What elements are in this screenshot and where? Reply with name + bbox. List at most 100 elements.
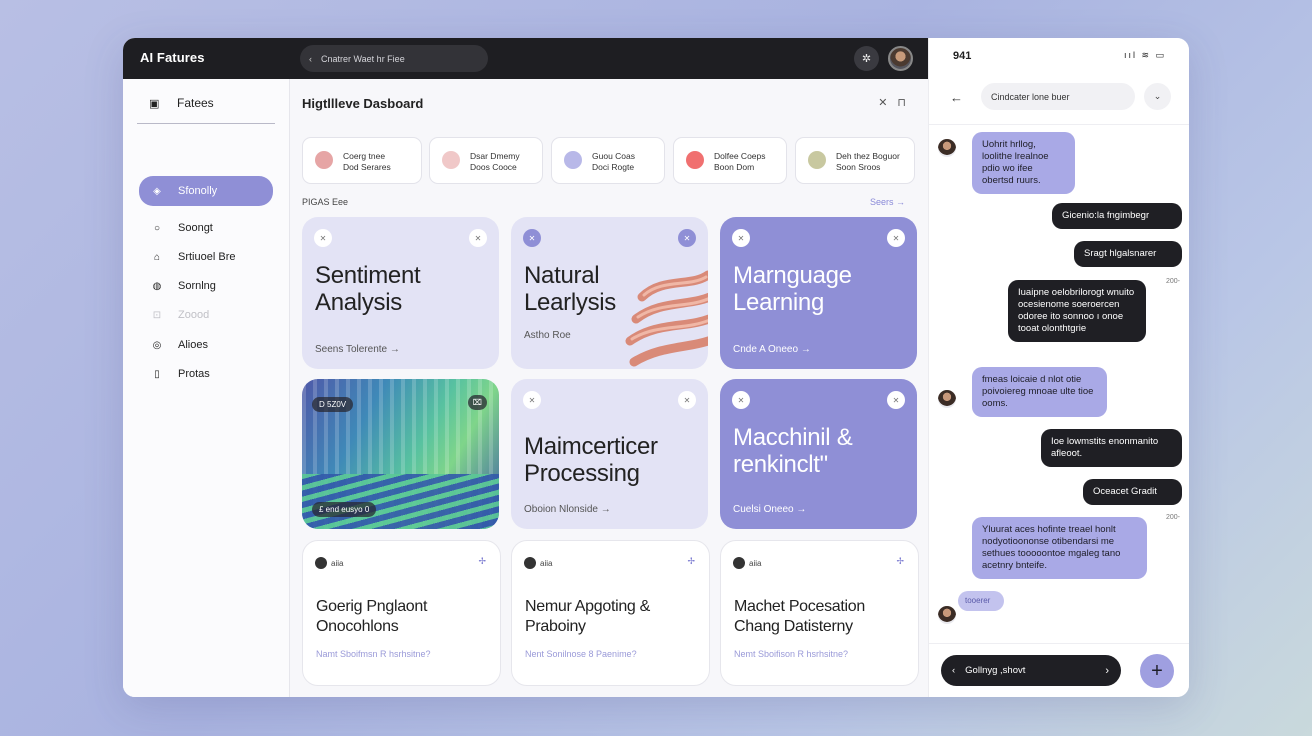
card-machet-pocesation[interactable]: aiia ✢ Machet Pocesation Chang Datisterny…: [720, 540, 919, 686]
user-avatar[interactable]: [888, 46, 913, 71]
target-icon: ◎: [152, 339, 162, 351]
header-divider: [929, 124, 1189, 125]
card-footer-link[interactable]: Namt Sboifmsn R hsrhsitne?: [316, 649, 431, 659]
chat-search-field[interactable]: Cindcater lone buer: [981, 83, 1135, 110]
compose-text: Gollnyg ,shovt: [965, 665, 1026, 676]
card-title-line-2: Learning: [733, 289, 825, 316]
card-title-line-1: Natural: [524, 262, 600, 289]
quick-line-1: Guou Coas: [592, 151, 635, 161]
quick-line-1: Coerg tnee: [343, 151, 386, 161]
card-title-line-2: Analysis: [315, 289, 402, 316]
card-title-line-1: Marnguage: [733, 262, 852, 289]
quick-action-2[interactable]: Dsar Dmemy Doos Cooce: [429, 137, 543, 184]
quick-label: Dolfee Coeps Boon Dom: [714, 151, 766, 173]
chat-message-incoming: Yluurat aces hofinte treael honlt nodyot…: [972, 517, 1147, 579]
card-footer-link[interactable]: Nent Sonilnose 8 Paenime?: [525, 649, 637, 659]
card-natural-learlysis[interactable]: ✕ ✕ Natural Learlysis Astho Roe: [511, 217, 708, 369]
quick-line-2: Dod Serares: [343, 162, 391, 172]
sidebar-item-alioes[interactable]: ◎ Alioes: [139, 331, 273, 359]
expand-icon[interactable]: ✕: [678, 391, 696, 409]
card-image-render[interactable]: D 5Z0V ⌧ £ end eusyo 0: [302, 379, 499, 529]
avatar: [733, 557, 745, 569]
card-footer-link[interactable]: Cuelsi Oneeo →: [733, 504, 806, 515]
quick-line-2: Doos Cooce: [470, 162, 517, 172]
pin-icon[interactable]: ⊓: [897, 96, 906, 109]
sidebar-item-sfonolly[interactable]: ◈ Sfonolly: [139, 176, 273, 206]
card-title: Nemur Apgoting & Praboiny: [525, 597, 650, 637]
quick-icon: [686, 151, 704, 169]
search-input[interactable]: ‹ Cnatrer Waet hr Fiee: [300, 45, 488, 72]
sidebar-item-label: Protas: [178, 368, 210, 380]
avatar: [938, 390, 956, 408]
card-title: Marnguage Learning: [733, 262, 852, 316]
card-nemur-apgoting[interactable]: aiia ✢ Nemur Apgoting & Praboiny Nent Son…: [511, 540, 710, 686]
card-title-line-1: Sentiment: [315, 262, 421, 289]
send-chevron-icon[interactable]: ›: [1105, 665, 1109, 677]
see-all-link[interactable]: Seers →: [870, 197, 905, 207]
sidebar-item-srtiuoel-bre[interactable]: ⌂ Srtiuoel Bre: [139, 243, 273, 271]
quick-action-1[interactable]: Coerg tnee Dod Serares: [302, 137, 422, 184]
quick-action-4[interactable]: Dolfee Coeps Boon Dom: [673, 137, 787, 184]
card-tag-label: aiia: [540, 558, 553, 568]
card-macchinil[interactable]: ✕ ✕ Macchinil & renkinclt" Cuelsi Oneeo →: [720, 379, 917, 529]
sidebar-item-label: Sornlng: [178, 280, 216, 292]
features-icon: ▣: [149, 97, 160, 110]
image-chip-bottom: £ end eusyo 0: [312, 502, 377, 517]
close-icon[interactable]: ✕: [523, 229, 541, 247]
sparkle-icon[interactable]: ✢: [687, 556, 695, 567]
expand-icon[interactable]: ✕: [887, 391, 905, 409]
quick-line-2: Doci Rogte: [592, 162, 635, 172]
card-title-line-1: Macchinil &: [733, 424, 853, 451]
card-tag-label: aiia: [749, 558, 762, 568]
dashboard: AI Fatures ‹ Cnatrer Waet hr Fiee ✲ ▣ Fa…: [123, 38, 928, 697]
circle-icon: ○: [153, 222, 161, 234]
avatar: [315, 557, 327, 569]
add-button[interactable]: +: [1140, 654, 1174, 688]
app-title: AI Fatures: [140, 50, 205, 65]
close-icon[interactable]: ✕: [732, 391, 750, 409]
composer-divider: [929, 643, 1189, 644]
sidebar-header-label: Fatees: [177, 96, 214, 110]
sidebar-header: ▣ Fatees: [149, 96, 214, 110]
card-tag: aiia: [524, 557, 552, 569]
sparkle-icon[interactable]: ✢: [896, 556, 904, 567]
close-icon[interactable]: ✕: [732, 229, 750, 247]
card-maimcerticer-processing[interactable]: ✕ ✕ Maimcerticer Processing Oboion Nlonsi…: [511, 379, 708, 529]
quick-action-3[interactable]: Guou Coas Doci Rogte: [551, 137, 665, 184]
main-content: Higtllleve Dasboard ✕ ⊓ Coerg tnee Dod Se…: [290, 79, 928, 697]
chevron-down-icon[interactable]: ⌄: [1144, 83, 1171, 110]
sidebar-item-soongt[interactable]: ○ Soongt: [139, 214, 273, 242]
card-goerig-pnglaont[interactable]: aiia ✢ Goerig Pnglaont Onocohlons Namt Sb…: [302, 540, 501, 686]
sidebar-item-protas[interactable]: ▯ Protas: [139, 360, 273, 388]
expand-icon[interactable]: ✕: [887, 229, 905, 247]
card-footer-link[interactable]: Oboion Nlonside →: [524, 504, 611, 515]
expand-icon[interactable]: ✕: [469, 229, 487, 247]
chat-icon: ◍: [152, 280, 162, 292]
avatar: [524, 557, 536, 569]
card-footer-link[interactable]: Seens Tolerente →: [315, 344, 400, 355]
sparkle-icon[interactable]: ✢: [478, 556, 486, 567]
card-title: Macchinil & renkinclt": [733, 424, 853, 478]
message-compose-input[interactable]: ‹ Gollnyg ,shovt ›: [941, 655, 1121, 686]
bookmark-icon[interactable]: ⌧: [467, 395, 487, 410]
quick-label: Guou Coas Doci Rogte: [592, 151, 635, 173]
back-arrow-icon[interactable]: ←: [950, 90, 963, 105]
card-footer-link[interactable]: Cnde A Oneeo →: [733, 344, 811, 355]
sidebar-item-zoood[interactable]: ⊡ Zoood: [139, 301, 273, 329]
quick-label: Coerg tnee Dod Serares: [343, 151, 391, 173]
card-sentiment-analysis[interactable]: ✕ ✕ Sentiment Analysis Seens Tolerente →: [302, 217, 499, 369]
chat-message-incoming: Uohrit hrllog, loolithe lrealnoe pdio wo…: [972, 132, 1075, 194]
expand-icon[interactable]: ✕: [678, 229, 696, 247]
close-icon[interactable]: ✕: [523, 391, 541, 409]
close-icon[interactable]: ✕: [878, 96, 887, 109]
card-marnguage-learning[interactable]: ✕ ✕ Marnguage Learning Cnde A Oneeo →: [720, 217, 917, 369]
sidebar-item-sornlng[interactable]: ◍ Sornlng: [139, 272, 273, 300]
settings-gear-icon[interactable]: ✲: [854, 46, 879, 71]
card-title-line-2: Onocohlons: [316, 618, 399, 635]
quick-action-5[interactable]: Deh thez Boguor Soon Sroos: [795, 137, 915, 184]
card-footer-link[interactable]: Nemt Sboifison R hsrhsitne?: [734, 649, 848, 659]
card-tag: aiia: [315, 557, 343, 569]
chat-search-text: Cindcater lone buer: [991, 91, 1070, 102]
chat-message-outgoing: Oceacet Gradit: [1083, 479, 1182, 505]
close-icon[interactable]: ✕: [314, 229, 332, 247]
